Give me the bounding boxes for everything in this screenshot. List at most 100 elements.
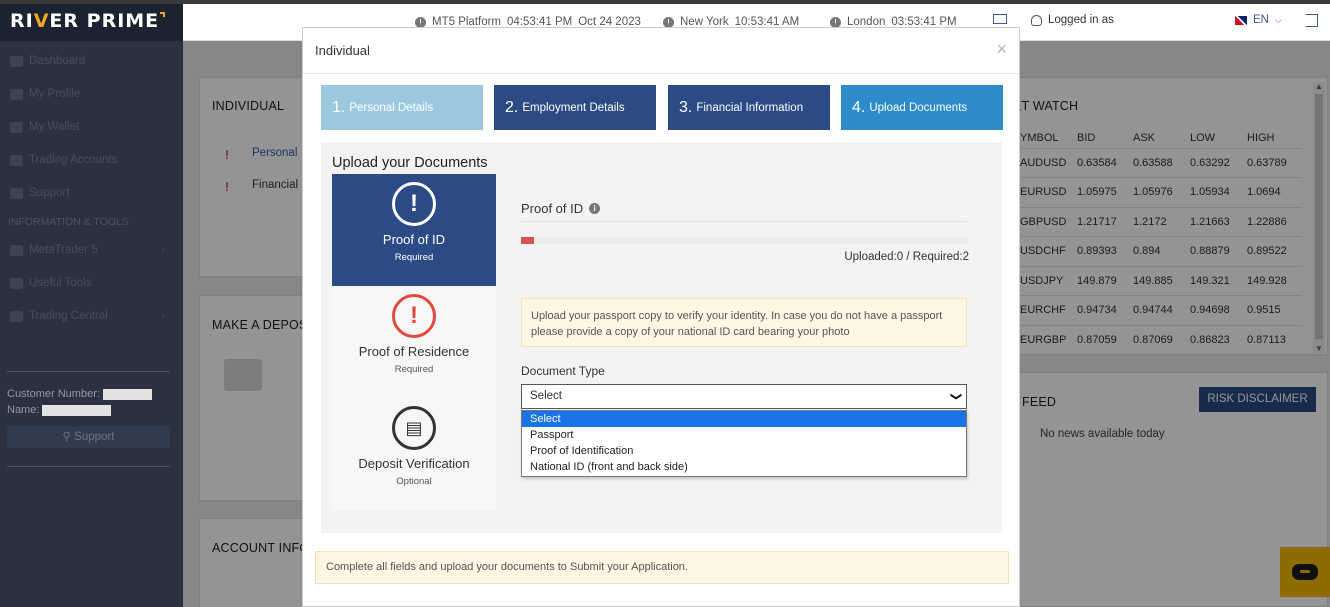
option-national-id[interactable]: National ID (front and back side) [522, 459, 966, 475]
redacted-value [102, 388, 152, 400]
brand-text-c: ER PRIME [49, 10, 160, 32]
document-name: Proof of ID [382, 232, 446, 247]
brand-text-a: RI [10, 10, 34, 32]
clock-icon [415, 16, 426, 28]
customer-name-label: Name: [7, 404, 40, 416]
document-type-options: Select Passport Proof of Identification … [521, 410, 967, 477]
brand-text-b: V [33, 10, 50, 32]
step-number: 3. [679, 98, 693, 116]
customer-number-label: Customer Number: [7, 388, 100, 400]
logged-in-label: Logged in as [1048, 14, 1114, 26]
document-list: ! Proof of ID Required ! Proof of Reside… [332, 174, 496, 510]
user-icon [1031, 14, 1042, 26]
option-select[interactable]: Select [522, 411, 966, 427]
document-type-select[interactable]: Select ❯ [521, 384, 967, 409]
step-number: 2. [505, 98, 519, 116]
chart-icon [10, 311, 23, 322]
document-icon: ▤ [392, 406, 436, 450]
tools-icon [10, 278, 23, 289]
sidebar-item-label: My Wallet [29, 121, 80, 133]
brand-flag-icon [160, 12, 166, 17]
chevron-right-icon: › [161, 311, 165, 322]
individual-modal: Individual × 1. Personal Details 2. Employ… [302, 27, 1020, 607]
accounts-icon [10, 155, 23, 166]
divider [303, 73, 1019, 74]
upload-heading: Upload your Documents [332, 155, 488, 171]
customer-info: Customer Number: Name: ⚲ Support [7, 371, 170, 467]
logout-button[interactable] [1305, 14, 1318, 27]
step-label: Upload Documents [869, 101, 968, 114]
sidebar-item-trading-central[interactable]: Trading Central › [0, 300, 183, 333]
step-label: Employment Details [522, 101, 625, 114]
sidebar-item-wallet[interactable]: My Wallet [0, 111, 183, 144]
language-label: EN [1253, 14, 1269, 26]
upload-notice: Upload your passport copy to verify your… [521, 298, 967, 347]
language-selector[interactable]: EN ⌵ [1235, 14, 1282, 26]
support-icon [10, 188, 23, 199]
sidebar-item-dashboard[interactable]: Dashboard [0, 45, 183, 78]
sidebar-item-label: Dashboard [29, 55, 86, 67]
divider [7, 466, 170, 467]
step-employment-details[interactable]: 2. Employment Details [494, 85, 656, 130]
step-personal-details[interactable]: 1. Personal Details [321, 85, 483, 130]
wallet-icon [10, 122, 23, 133]
document-status: Optional [396, 476, 432, 487]
step-label: Personal Details [349, 101, 434, 114]
mail-icon [993, 14, 1007, 24]
step-financial-information[interactable]: 3. Financial Information [668, 85, 830, 130]
step-number: 4. [852, 98, 866, 116]
document-item-deposit-verification[interactable]: ▤ Deposit Verification Optional [332, 398, 496, 510]
sidebar-item-profile[interactable]: My Profile [0, 78, 183, 111]
sidebar-item-label: Support [29, 187, 70, 199]
chevron-down-icon: ⌵ [1274, 14, 1282, 25]
chevron-right-icon: › [161, 245, 165, 256]
logged-in-user[interactable]: Logged in as [1031, 14, 1114, 26]
document-status: Required [394, 364, 434, 375]
support-icon: ⚲ [62, 431, 75, 443]
mail-button[interactable] [993, 14, 1007, 24]
exclamation-icon: ! [392, 294, 436, 338]
sidebar-item-label: My Profile [29, 88, 81, 100]
select-value: Select [530, 390, 562, 402]
support-button[interactable]: ⚲ Support [7, 426, 170, 448]
sidebar: RIVER PRIME Dashboard My Profile My Wall… [0, 4, 183, 607]
upload-progress-bar [521, 237, 967, 244]
document-item-proof-of-id[interactable]: ! Proof of ID Required [332, 174, 496, 286]
step-number: 1. [332, 98, 346, 116]
document-name: Deposit Verification [358, 456, 470, 471]
option-passport[interactable]: Passport [522, 427, 966, 443]
step-upload-documents[interactable]: 4. Upload Documents [841, 85, 1003, 130]
sidebar-item-metatrader[interactable]: MetaTrader 5 › [0, 234, 183, 267]
step-label: Financial Information [696, 101, 804, 114]
metatrader-icon [10, 245, 23, 256]
info-icon[interactable]: i [589, 203, 601, 214]
sidebar-item-label: MetaTrader 5 [29, 244, 98, 256]
support-button-label: Support [74, 431, 115, 443]
option-proof-of-identification[interactable]: Proof of Identification [522, 443, 966, 459]
sidebar-item-label: Trading Accounts [29, 154, 118, 166]
proof-title-text: Proof of ID [521, 201, 584, 216]
sidebar-item-label: Trading Central [29, 310, 108, 322]
document-item-proof-of-residence[interactable]: ! Proof of Residence Required [332, 286, 496, 398]
sidebar-item-trading-accounts[interactable]: Trading Accounts [0, 144, 183, 177]
modal-title: Individual [315, 43, 370, 58]
chevron-down-icon: ❯ [949, 391, 962, 402]
customer-number: Customer Number: [7, 386, 170, 402]
dashboard-icon [10, 56, 23, 67]
document-status: Required [394, 252, 434, 263]
clock-icon [663, 16, 674, 28]
sidebar-nav: Dashboard My Profile My Wallet Trading A… [0, 45, 183, 333]
close-icon[interactable]: × [996, 39, 1007, 60]
redacted-value [42, 404, 112, 416]
brand-logo[interactable]: RIVER PRIME [0, 4, 183, 41]
proof-title: Proof of ID i [521, 201, 601, 216]
upload-content: Upload your Documents ! Proof of ID Requ… [321, 142, 1002, 533]
sidebar-item-support[interactable]: Support [0, 177, 183, 210]
sidebar-item-useful-tools[interactable]: Useful Tools [0, 267, 183, 300]
upload-progress-fill [521, 237, 535, 244]
sidebar-section-label: INFORMATION & TOOLS [8, 216, 129, 228]
sidebar-item-label: Useful Tools [29, 277, 92, 289]
user-icon [10, 89, 23, 100]
divider [521, 221, 967, 222]
document-type-label: Document Type [521, 364, 605, 378]
